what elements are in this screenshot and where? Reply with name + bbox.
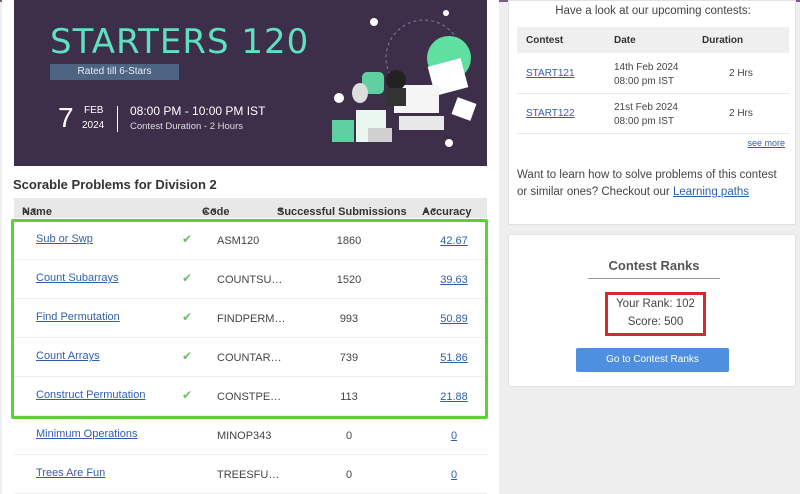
contest-duration: 2 Hrs (729, 108, 753, 119)
learn-paragraph: Want to learn how to solve problems of t… (517, 169, 777, 198)
rated-badge: Rated till 6-Stars (50, 64, 179, 80)
ranks-title: Contest Ranks (588, 258, 720, 279)
accuracy-link[interactable]: 0 (434, 469, 474, 481)
banner-month: FEB (84, 105, 104, 116)
see-more-link[interactable]: see more (747, 138, 785, 148)
your-rank: Your Rank: 102 (616, 298, 695, 310)
table-row: Minimum Operations MINOP343 0 0 (14, 416, 487, 455)
go-to-ranks-button[interactable]: Go to Contest Ranks (576, 348, 729, 372)
scorable-highlight-box (11, 219, 488, 419)
section-title: Scorable Problems for Division 2 (13, 177, 217, 192)
learning-paths-link[interactable]: Learning paths (673, 186, 749, 198)
contest-link[interactable]: START121 (526, 68, 575, 79)
banner-illustration (332, 10, 477, 147)
upcoming-title: Have a look at our upcoming contests: (555, 5, 751, 17)
contest-banner: STARTERS 120 Rated till 6-Stars 7 FEB 20… (14, 0, 487, 166)
header-duration: Duration (702, 35, 744, 46)
submissions-count: 0 (345, 430, 353, 442)
banner-title: STARTERS 120 (50, 22, 310, 62)
header-date: Date (614, 35, 636, 46)
your-score: Score: 500 (627, 316, 684, 328)
submissions-count: 0 (345, 469, 353, 481)
banner-divider (117, 106, 118, 132)
header-contest: Contest (526, 35, 564, 46)
problem-link[interactable]: Trees Are Fun (36, 467, 105, 479)
accuracy-link[interactable]: 0 (434, 430, 474, 442)
contest-ranks-card: Contest Ranks Your Rank: 102 Score: 500 … (508, 234, 796, 387)
table-row: Trees Are Fun TREESFU… 0 0 (14, 455, 487, 494)
banner-duration: Contest Duration - 2 Hours (130, 121, 243, 132)
upcoming-row: START121 14th Feb 2024 08:00 pm IST 2 Hrs (517, 54, 789, 94)
upcoming-row: START122 21st Feb 2024 08:00 pm IST 2 Hrs (517, 94, 789, 134)
problem-code: TREESFU… (217, 469, 280, 481)
contest-link[interactable]: START122 (526, 108, 575, 119)
contest-date: 21st Feb 2024 08:00 pm IST (614, 102, 678, 127)
contest-date: 14th Feb 2024 08:00 pm IST (614, 62, 679, 87)
banner-year: 2024 (82, 120, 105, 131)
contest-duration: 2 Hrs (729, 68, 753, 79)
banner-day: 7 (58, 102, 74, 133)
rank-highlight-box: Your Rank: 102 Score: 500 (605, 292, 706, 336)
banner-time: 08:00 PM - 10:00 PM IST (130, 104, 266, 118)
upcoming-contests-card: Have a look at our upcoming contests: Co… (508, 0, 796, 225)
problems-table-header: ▲▼ Name ▲▼ Code ▼ Successful Submissions ▲▼… (14, 198, 487, 218)
upcoming-table-header: Contest Date Duration (517, 27, 789, 53)
problem-code: MINOP343 (217, 430, 272, 442)
problem-link[interactable]: Minimum Operations (36, 428, 137, 440)
